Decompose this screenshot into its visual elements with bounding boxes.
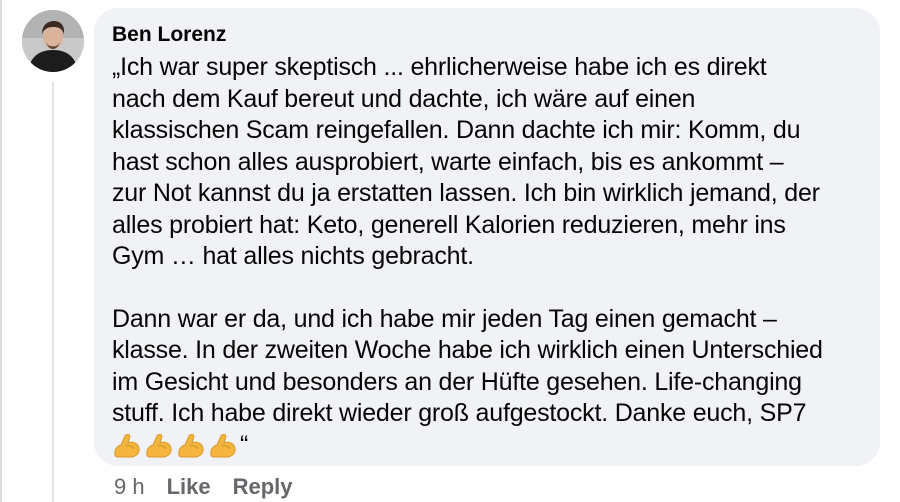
flexed-biceps-emojis [112, 431, 240, 459]
avatar-photo-icon [22, 10, 84, 72]
thread-line [52, 82, 54, 502]
comment-author[interactable]: Ben Lorenz [112, 22, 864, 48]
comment-actions: 9 h Like Reply [114, 474, 315, 500]
flexed-biceps-icon [144, 431, 174, 459]
flexed-biceps-icon [208, 431, 238, 459]
flexed-biceps-icon [176, 431, 206, 459]
comment-page: Ben Lorenz „Ich war super skeptisch ... … [0, 0, 900, 502]
comment-timestamp[interactable]: 9 h [114, 474, 145, 500]
flexed-biceps-icon [112, 431, 142, 459]
like-button[interactable]: Like [167, 474, 211, 500]
closing-quote: “ [240, 430, 249, 459]
emoji-row: “ [112, 430, 864, 462]
comment-paragraph-1: „Ich war super skeptisch ... ehrlicherwe… [112, 53, 820, 270]
left-border [0, 0, 2, 502]
avatar[interactable] [22, 10, 84, 72]
reply-button[interactable]: Reply [233, 474, 293, 500]
comment-bubble: Ben Lorenz „Ich war super skeptisch ... … [94, 8, 880, 466]
comment-paragraph-2: Dann war er da, und ich habe mir jeden T… [112, 304, 823, 428]
